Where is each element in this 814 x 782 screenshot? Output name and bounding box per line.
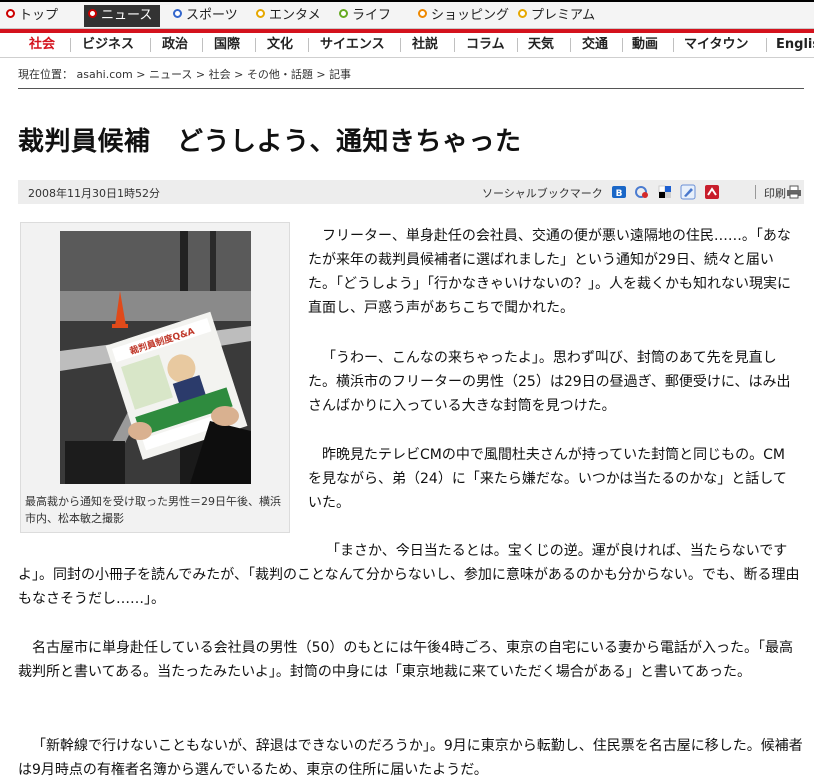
divider <box>755 185 756 199</box>
divider <box>454 38 455 52</box>
category-english[interactable]: English <box>776 36 814 54</box>
buzzurl-icon[interactable] <box>680 184 696 200</box>
category-society[interactable]: 社会 <box>29 36 55 54</box>
category-column[interactable]: コラム <box>466 36 505 54</box>
tab-shopping[interactable]: ショッピング <box>418 6 509 26</box>
divider <box>150 38 151 52</box>
breadcrumb-separator: > <box>234 68 244 81</box>
news-photo[interactable]: 裁判員制度Q&A <box>60 231 251 484</box>
breadcrumb-item[interactable]: asahi.com <box>77 68 133 81</box>
category-politics[interactable]: 政治 <box>162 36 188 54</box>
divider <box>400 38 401 52</box>
divider <box>570 38 571 52</box>
bullet-icon <box>518 9 527 18</box>
article-paragraph: 「新幹線で行けないこともないが、辞退はできないのだろうか」。9月に東京から転勤し… <box>18 738 803 778</box>
breadcrumb-divider <box>18 88 804 89</box>
bullet-icon <box>173 9 182 18</box>
tab-sports[interactable]: スポーツ <box>173 6 238 26</box>
photo-box: 裁判員制度Q&A 最高裁から通知を受け取った男性＝29日午後、横浜市内、松本敏之… <box>20 222 290 533</box>
print-link[interactable]: 印刷 <box>764 185 786 201</box>
tab-premium[interactable]: プレミアム <box>518 6 595 26</box>
top-navigation: トップ ニュース スポーツ エンタメ ライフ ショッピング プレミアム <box>0 0 814 29</box>
breadcrumb-item[interactable]: 社会 <box>209 68 231 81</box>
printer-icon[interactable] <box>786 184 802 200</box>
divider <box>673 38 674 52</box>
tab-life[interactable]: ライフ <box>339 6 391 26</box>
category-weather[interactable]: 天気 <box>528 36 554 54</box>
divider <box>202 38 203 52</box>
divider <box>255 38 256 52</box>
newsing-icon[interactable] <box>704 184 720 200</box>
article-meta-bar: 2008年11月30日1時52分 ソーシャルブックマーク B 印刷 <box>18 180 804 204</box>
bullet-icon <box>418 9 427 18</box>
divider <box>308 38 309 52</box>
category-science[interactable]: サイエンス <box>320 36 385 54</box>
category-business[interactable]: ビジネス <box>82 36 134 54</box>
bullet-icon <box>256 9 265 18</box>
hatena-bookmark-icon[interactable]: B <box>611 184 627 200</box>
livedoor-clip-icon[interactable] <box>634 184 650 200</box>
divider <box>766 38 767 52</box>
bullet-icon <box>339 9 348 18</box>
tab-news[interactable]: ニュース <box>84 5 161 27</box>
divider <box>517 38 518 52</box>
breadcrumb-current: 記事 <box>329 68 352 81</box>
category-navigation: 社会 ビジネス 政治 国際 文化 サイエンス 社説 コラム 天気 交通 動画 マ… <box>0 33 814 58</box>
category-international[interactable]: 国際 <box>214 36 240 54</box>
breadcrumb-prefix: 現在位置： <box>18 68 73 81</box>
tab-entertainment[interactable]: エンタメ <box>256 6 321 26</box>
divider <box>70 38 71 52</box>
category-culture[interactable]: 文化 <box>267 36 293 54</box>
divider <box>622 38 623 52</box>
breadcrumb-separator: > <box>316 68 326 81</box>
article-paragraph: 「うわー、こんなの来ちゃったよ」。思わず叫び、封筒のあて先を見直した。横浜市のフ… <box>308 350 791 414</box>
article-paragraph: 昨晩見たテレビCMの中で風間杜夫さんが持っていた封筒と同じもの。CMを見ながら、… <box>308 447 787 511</box>
category-editorial[interactable]: 社説 <box>412 36 438 54</box>
breadcrumb-item[interactable]: その他・話題 <box>247 68 313 81</box>
tab-top[interactable]: トップ <box>6 6 58 26</box>
breadcrumb-separator: > <box>136 68 146 81</box>
category-video[interactable]: 動画 <box>632 36 658 54</box>
breadcrumb-item[interactable]: ニュース <box>149 68 192 81</box>
article-paragraph: フリーター、単身赴任の会社員、交通の便が悪い遠隔地の住民……。「あなたが来年の裁… <box>308 228 791 316</box>
article-paragraph: 名古屋市に単身赴任している会社員の男性（50）のもとには午後4時ごろ、東京の自宅… <box>18 640 794 680</box>
photo-caption: 最高裁から通知を受け取った男性＝29日午後、横浜市内、松本敏之撮影 <box>25 495 281 525</box>
social-bookmark-label: ソーシャルブックマーク <box>482 187 603 200</box>
category-mytown[interactable]: マイタウン <box>684 36 748 54</box>
bullet-icon <box>6 9 15 18</box>
breadcrumb-separator: > <box>195 68 206 81</box>
delicious-icon[interactable] <box>657 184 673 200</box>
svg-text:B: B <box>616 189 623 199</box>
article-date: 2008年11月30日1時52分 <box>28 187 160 200</box>
article-title: 裁判員候補 どうしよう、通知きちゃった <box>18 127 522 157</box>
breadcrumb: 現在位置： asahi.com > ニュース > 社会 > その他・話題 > 記… <box>18 66 351 82</box>
category-traffic[interactable]: 交通 <box>582 36 608 54</box>
bullet-icon <box>88 9 97 18</box>
article-paragraph: 「まさか、今日当たるとは。宝くじの逆。運が良ければ、当たらないですよ」。同封の小… <box>18 543 800 607</box>
